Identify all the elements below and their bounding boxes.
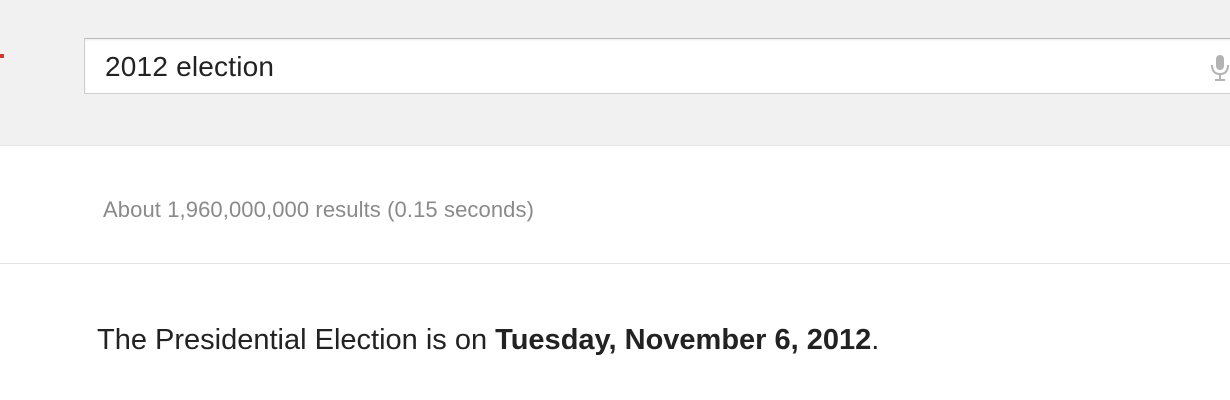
search-header-bar: 2012 election	[0, 0, 1230, 146]
result-stats: About 1,960,000,000 results (0.15 second…	[103, 197, 535, 222]
logo-fragment[interactable]	[0, 50, 6, 72]
answer-date: Tuesday, November 6, 2012	[495, 324, 872, 356]
answer-prefix: The Presidential Election is on	[97, 324, 496, 356]
search-box[interactable]: 2012 election	[84, 38, 1230, 94]
search-input[interactable]: 2012 election	[105, 51, 274, 83]
answer-suffix: .	[871, 324, 880, 356]
results-divider	[0, 263, 1230, 264]
search-results-page: 2012 election About 1,960,000,000 result…	[0, 0, 1230, 400]
microphone-icon[interactable]	[1209, 53, 1230, 83]
answer-box: The Presidential Election is on Tuesday,…	[97, 322, 879, 358]
